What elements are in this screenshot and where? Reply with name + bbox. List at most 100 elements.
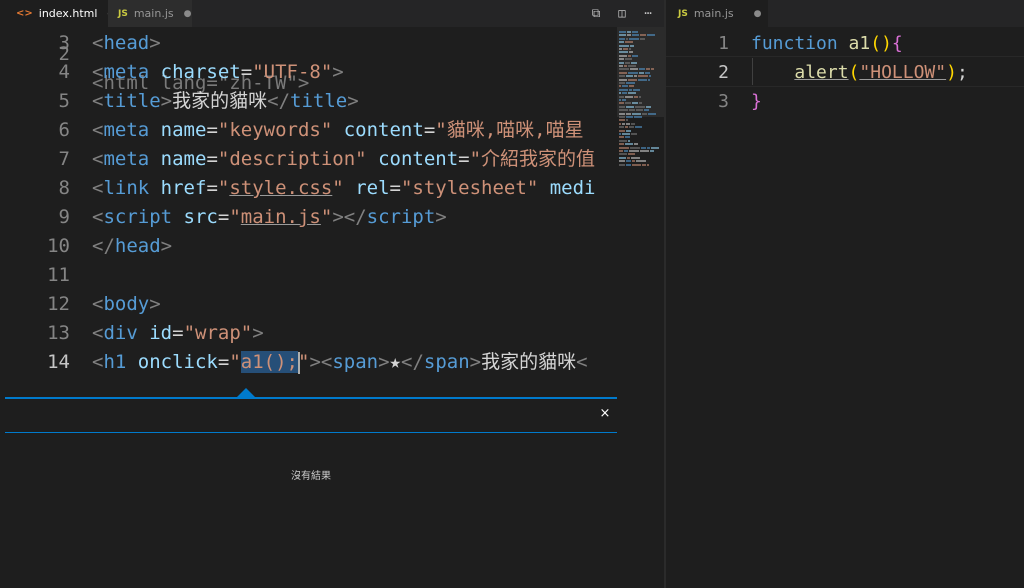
- minimap-line: [626, 119, 628, 122]
- code-token: a1();: [240, 351, 298, 373]
- js-code-editor[interactable]: 1 function a1(){2 alert("HOLLOW"); 3}: [666, 27, 1024, 588]
- minimap-line: [619, 163, 625, 166]
- minimap-line: [631, 156, 640, 159]
- minimap-line: [626, 82, 635, 84]
- minimap-line: [647, 34, 655, 37]
- line-number: 10: [47, 235, 70, 257]
- minimap-line: [626, 112, 631, 115]
- line-number: 9: [58, 206, 70, 228]
- code-token: <: [92, 322, 104, 344]
- code-token: ): [946, 62, 957, 83]
- unsaved-dot-icon[interactable]: ●: [184, 9, 192, 19]
- split-editor-icon[interactable]: ◫: [614, 5, 630, 21]
- minimap-line: [642, 163, 646, 166]
- minimap-line: [619, 102, 624, 105]
- code-token: name: [160, 148, 207, 170]
- code-token: ": [320, 206, 333, 228]
- code-token: body: [103, 293, 150, 315]
- code-token: head: [103, 32, 150, 54]
- code-token: function: [751, 33, 838, 54]
- minimap-line: [630, 146, 640, 149]
- minimap-line: [625, 136, 630, 139]
- minimap-line: [636, 160, 646, 163]
- minimap-line: [638, 78, 647, 81]
- tab-main-js[interactable]: JS main.js ●: [666, 0, 768, 27]
- minimap-line: [619, 48, 622, 50]
- line-number: 11: [47, 264, 70, 286]
- code-token: <: [92, 61, 104, 83]
- minimap-line: [619, 82, 625, 84]
- minimap-line: [619, 51, 628, 54]
- minimap-line: [646, 105, 651, 108]
- minimap-line: [626, 116, 633, 118]
- minimap-line: [641, 146, 646, 149]
- close-icon[interactable]: ×: [597, 405, 613, 421]
- unsaved-dot-icon[interactable]: ●: [754, 9, 762, 19]
- minimap-line: [629, 37, 639, 40]
- peek-arrow: [237, 388, 255, 397]
- code-token: h1: [103, 351, 127, 373]
- minimap-line: [629, 109, 635, 112]
- minimap-line: [632, 160, 635, 163]
- html-code-editor[interactable]: 2 <html lang="zh-TW"> 3 <head> 4 <meta char…: [0, 27, 617, 397]
- minimap-line: [649, 75, 651, 78]
- minimap-line: [628, 54, 631, 57]
- code-token: >: [378, 351, 390, 373]
- minimap-line: [647, 146, 650, 149]
- code-token: ><: [309, 351, 333, 373]
- code-token: }: [751, 91, 762, 112]
- code-token: ": [297, 351, 310, 373]
- line-number: 14: [47, 351, 70, 373]
- minimap-line: [640, 34, 646, 37]
- left-editor-group: <> index.html ● JS main.js ● ⧉ ◫ ⋯ 2 <ht…: [0, 0, 664, 588]
- code-token: <: [576, 351, 588, 373]
- code-token: ;: [956, 62, 968, 83]
- code-text: <meta name="description" content="介紹我家的值: [92, 145, 595, 174]
- code-line: 7 <meta name="description" content="介紹我家的…: [0, 145, 617, 174]
- open-changes-icon[interactable]: ⧉: [588, 5, 604, 21]
- code-token: alert: [794, 62, 849, 83]
- minimap-line: [631, 61, 637, 64]
- code-text: <head>: [92, 29, 161, 58]
- code-token: >: [435, 206, 447, 228]
- js-file-icon: JS: [678, 8, 688, 19]
- code-token: "介紹我家的值: [469, 148, 596, 170]
- minimap-line: [619, 150, 623, 152]
- minimap-line: [619, 119, 625, 122]
- code-text: <meta name="keywords" content="貓咪,喵咪,喵星: [92, 116, 584, 145]
- code-token: ></: [332, 206, 367, 228]
- tab-index-html[interactable]: <> index.html ●: [0, 0, 115, 27]
- code-token: <: [92, 177, 104, 199]
- code-line: 3 <head>: [0, 29, 617, 58]
- code-token: meta: [103, 61, 150, 83]
- minimap-line: [623, 48, 628, 50]
- minimap-line: [625, 143, 633, 146]
- minimap[interactable]: [617, 27, 664, 588]
- minimap-line: [642, 112, 647, 115]
- minimap-line: [619, 105, 625, 108]
- code-line: 6 <meta name="keywords" content="貓咪,喵咪,喵星: [0, 116, 617, 145]
- minimap-line: [624, 150, 628, 152]
- code-token: "UTF-8": [252, 61, 333, 83]
- more-actions-icon[interactable]: ⋯: [640, 5, 656, 21]
- minimap-line: [636, 109, 643, 112]
- tab-main-js[interactable]: JS main.js ●: [108, 0, 192, 27]
- code-token: </: [92, 235, 115, 257]
- code-line: 4 <meta charset="UTF-8">: [0, 58, 617, 87]
- line-number: 13: [47, 322, 70, 344]
- code-line: 1 function a1(){: [666, 29, 1024, 58]
- minimap-line: [640, 150, 649, 152]
- code-token: ★: [389, 351, 401, 373]
- code-token: "貓咪,喵咪,喵星: [435, 119, 584, 141]
- minimap-line: [627, 34, 631, 37]
- minimap-line: [619, 160, 625, 163]
- minimap-line: [625, 58, 632, 61]
- line-number: 5: [58, 90, 70, 112]
- code-text: }: [751, 87, 762, 116]
